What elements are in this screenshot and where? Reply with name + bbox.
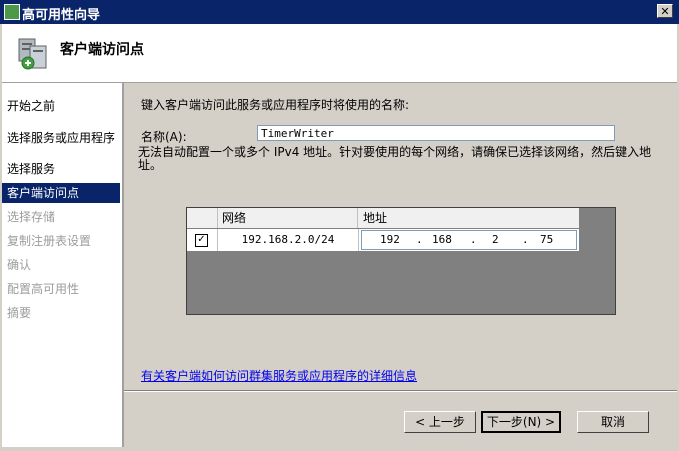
back-button[interactable]: < 上一步 bbox=[404, 411, 476, 433]
header-checkbox-column bbox=[187, 208, 218, 228]
wizard-icon bbox=[4, 4, 20, 20]
ip-octet-4[interactable]: 75 bbox=[540, 231, 553, 249]
next-button[interactable]: 下一步(N) > bbox=[481, 411, 561, 433]
step-client-access-point: 客户端访问点 bbox=[2, 183, 120, 203]
step-select-service-or-app: 选择服务或应用程序 bbox=[7, 131, 116, 145]
ipv4-note: 无法自动配置一个或多个 IPv4 地址。针对要使用的每个网络，请确保已选择该网络… bbox=[138, 145, 652, 172]
title-bar: 高可用性向导 ✕ bbox=[0, 0, 679, 24]
step-replicate-registry: 复制注册表设置 bbox=[7, 234, 92, 248]
footer-divider bbox=[124, 390, 677, 392]
cluster-server-icon bbox=[18, 38, 47, 70]
step-configure-ha: 配置高可用性 bbox=[7, 282, 80, 296]
page-title: 客户端访问点 bbox=[60, 42, 144, 58]
name-input[interactable]: TimerWriter bbox=[257, 125, 615, 141]
network-checkbox[interactable]: ✓ bbox=[195, 234, 208, 247]
close-icon[interactable]: ✕ bbox=[657, 4, 673, 18]
ip-address-input[interactable]: 192 . 168 . 2 . 75 bbox=[361, 230, 577, 250]
help-link[interactable]: 有关客户端如何访问群集服务或应用程序的详细信息 bbox=[141, 367, 417, 384]
step-summary: 摘要 bbox=[7, 306, 32, 320]
cancel-button[interactable]: 取消 bbox=[577, 411, 649, 433]
grid-header: 网络 地址 bbox=[187, 208, 579, 228]
step-confirmation: 确认 bbox=[7, 258, 32, 272]
instruction-text: 键入客户端访问此服务或应用程序时将使用的名称: bbox=[141, 98, 410, 112]
ip-octet-2[interactable]: 168 bbox=[432, 231, 452, 249]
ip-octet-1[interactable]: 192 bbox=[380, 231, 400, 249]
table-row[interactable]: ✓ 192.168.2.0/24 192 . 168 . 2 . 75 bbox=[187, 229, 579, 251]
wizard-steps: 开始之前 选择服务或应用程序 选择服务 客户端访问点 选择存储 复制注册表设置 … bbox=[2, 83, 124, 447]
ip-dot: . bbox=[522, 233, 529, 246]
column-address[interactable]: 地址 bbox=[359, 208, 579, 228]
name-label: 名称(A): bbox=[141, 130, 187, 144]
window-title: 高可用性向导 bbox=[22, 8, 101, 23]
wizard-header: 客户端访问点 bbox=[2, 24, 677, 83]
network-grid: 网络 地址 ✓ 192.168.2.0/24 192 . 168 . 2 . 7… bbox=[186, 207, 616, 315]
ip-dot: . bbox=[470, 233, 477, 246]
column-network[interactable]: 网络 bbox=[218, 208, 358, 228]
wizard-content: 键入客户端访问此服务或应用程序时将使用的名称: 名称(A): TimerWrit… bbox=[124, 83, 677, 447]
ip-octet-3[interactable]: 2 bbox=[492, 231, 499, 249]
step-select-storage: 选择存储 bbox=[7, 210, 56, 224]
step-select-service: 选择服务 bbox=[7, 162, 56, 176]
ip-dot: . bbox=[416, 233, 423, 246]
network-value: 192.168.2.0/24 bbox=[218, 229, 359, 251]
step-before-you-begin: 开始之前 bbox=[7, 99, 56, 113]
checkbox-cell: ✓ bbox=[187, 229, 218, 251]
